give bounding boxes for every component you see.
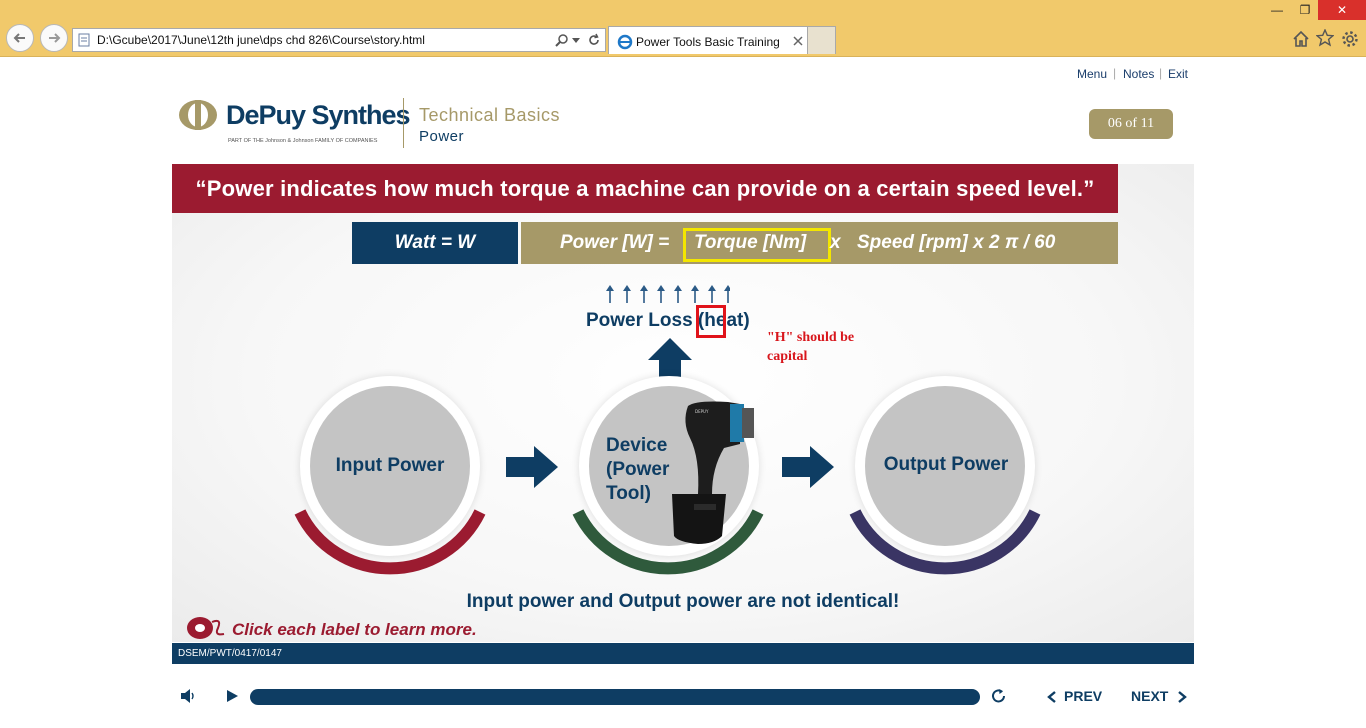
menu-link[interactable]: Menu <box>1077 67 1107 81</box>
course-title: Technical Basics <box>419 105 561 125</box>
brand-tagline: PART OF THE Johnson & Johnson FAMILY OF … <box>228 138 378 144</box>
mouse-click-icon <box>187 617 225 639</box>
gear-icon[interactable] <box>1341 30 1359 48</box>
next-button[interactable]: NEXT <box>1131 688 1168 704</box>
output-power-label[interactable]: Output Power <box>855 454 1037 476</box>
slide-counter: 06 of 11 <box>1089 109 1173 139</box>
formula-speed: Speed [rpm] x 2 π / 60 <box>857 232 1056 253</box>
replay-icon[interactable] <box>990 687 1008 705</box>
separator: | <box>1113 66 1117 80</box>
power-loss-rest: at) <box>726 310 750 331</box>
annotation-box <box>696 305 726 338</box>
chevron-right-icon[interactable] <box>1177 691 1187 703</box>
formula-multiply: x <box>830 232 841 253</box>
header-divider <box>403 98 404 148</box>
formula-power: Power [W] = <box>560 232 670 253</box>
minimize-button[interactable]: — <box>1262 0 1292 20</box>
right-arrow-icon <box>782 446 834 488</box>
brand-name: DePuy Synthes <box>226 100 411 130</box>
dropdown-icon[interactable] <box>571 35 581 45</box>
address-bar[interactable]: D:\Gcube\2017\June\12th june\dps chd 826… <box>72 28 606 52</box>
play-icon[interactable] <box>225 689 239 703</box>
address-text[interactable]: D:\Gcube\2017\June\12th june\dps chd 826… <box>97 33 425 47</box>
close-tab-icon[interactable] <box>793 36 803 46</box>
progress-bar[interactable] <box>250 689 980 705</box>
formula-torque: Torque [Nm] <box>694 232 807 253</box>
power-tool-image: DEPUY <box>672 401 754 544</box>
back-icon <box>13 33 25 43</box>
conclusion-text: Input power and Output power are not ide… <box>466 591 900 612</box>
doc-code: DSEM/PWT/0417/0147 <box>178 648 282 659</box>
chevron-left-icon[interactable] <box>1047 691 1057 703</box>
review-note: "H" should be capital <box>767 330 855 364</box>
back-button[interactable] <box>6 24 34 52</box>
separator: | <box>1159 66 1163 80</box>
exit-link[interactable]: Exit <box>1168 67 1188 81</box>
refresh-icon[interactable] <box>587 33 601 47</box>
forward-button[interactable] <box>40 24 68 52</box>
heat-arrows-icon <box>606 285 730 303</box>
watt-definition: Watt = W <box>352 222 518 264</box>
search-icon[interactable] <box>555 33 569 47</box>
prev-button[interactable]: PREV <box>1064 688 1102 704</box>
input-power-label[interactable]: Input Power <box>300 455 480 477</box>
slide-footer: DSEM/PWT/0417/0147 <box>172 643 1194 664</box>
star-icon[interactable] <box>1316 29 1334 47</box>
restore-button[interactable]: ❐ <box>1290 0 1320 20</box>
power-formula: Power [W] = Torque [Nm] x Speed [rpm] x … <box>521 222 1118 264</box>
page-icon <box>78 33 90 47</box>
ie-icon <box>617 34 633 50</box>
right-arrow-icon <box>506 446 558 488</box>
browser-tab[interactable]: Power Tools Basic Training <box>608 26 808 54</box>
notes-link[interactable]: Notes <box>1123 67 1154 81</box>
close-window-button[interactable]: ✕ <box>1318 0 1366 20</box>
forward-icon <box>49 33 61 43</box>
svg-text:DEPUY: DEPUY <box>695 409 709 414</box>
power-loss-text: Power Loss ( <box>586 310 705 331</box>
depuy-logo-icon <box>179 100 217 130</box>
home-icon[interactable] <box>1292 30 1310 48</box>
section-title: Power <box>419 128 465 145</box>
tab-title: Power Tools Basic Training <box>636 35 780 49</box>
new-tab-button[interactable] <box>808 26 836 54</box>
quote-banner: “Power indicates how much torque a machi… <box>172 164 1118 213</box>
instruction-text: Click each label to learn more. <box>232 620 477 639</box>
volume-icon[interactable] <box>180 688 198 704</box>
